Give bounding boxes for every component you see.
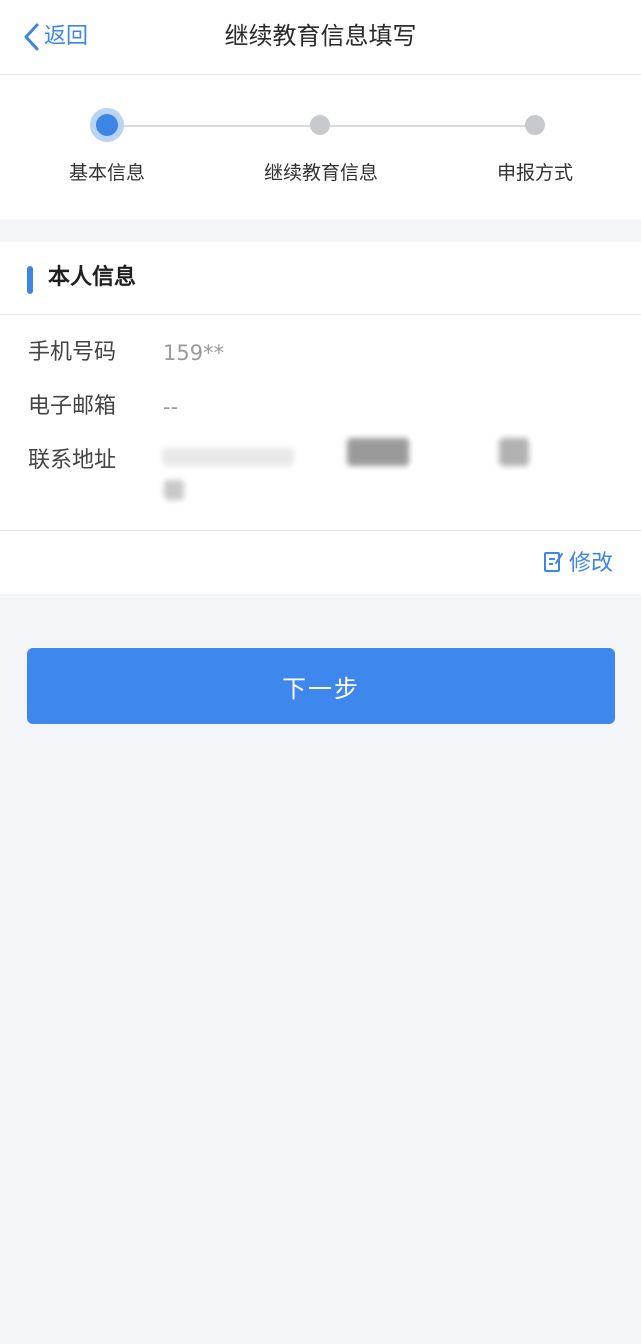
edit-label: 修改: [568, 551, 613, 576]
phone-label: 手机号码: [28, 340, 117, 365]
edit-icon: [543, 550, 565, 578]
phone-row: 手机号码 159**: [28, 336, 224, 370]
step-connector: [107, 125, 320, 127]
next-step-button[interactable]: 下一步: [27, 648, 615, 724]
section-title: 本人信息: [48, 265, 137, 290]
address-row: 联系地址: [28, 444, 163, 478]
personal-info-card: 本人信息 手机号码 159** 电子邮箱 -- 联系地址 修改: [0, 242, 641, 594]
redacted-text: [162, 448, 294, 466]
progress-steps: 基本信息 继续教育信息 申报方式: [0, 75, 641, 219]
step-label-education-info: 继续教育信息: [263, 162, 378, 184]
edit-button[interactable]: 修改: [543, 546, 613, 582]
page-title: 继续教育信息填写: [224, 22, 417, 50]
step-dot-basic-info: [96, 114, 118, 136]
address-label: 联系地址: [28, 448, 117, 473]
divider: [0, 530, 641, 531]
email-label: 电子邮箱: [28, 394, 117, 419]
nav-bar: 返回 继续教育信息填写: [0, 0, 641, 75]
step-dot-submission-method: [525, 115, 545, 135]
redacted-text: [164, 480, 184, 500]
email-row: 电子邮箱 --: [28, 390, 178, 424]
redacted-text: [347, 438, 409, 466]
step-label-submission-method: 申报方式: [496, 162, 573, 184]
redacted-text: [499, 438, 529, 466]
section-accent-bar: [27, 266, 33, 294]
section-header: 本人信息: [0, 242, 641, 315]
email-value: --: [163, 395, 179, 419]
step-connector: [320, 125, 535, 127]
step-dot-education-info: [310, 115, 330, 135]
phone-value: 159**: [163, 341, 225, 365]
step-label-basic-info: 基本信息: [68, 162, 145, 184]
address-value-redacted: [162, 436, 582, 506]
